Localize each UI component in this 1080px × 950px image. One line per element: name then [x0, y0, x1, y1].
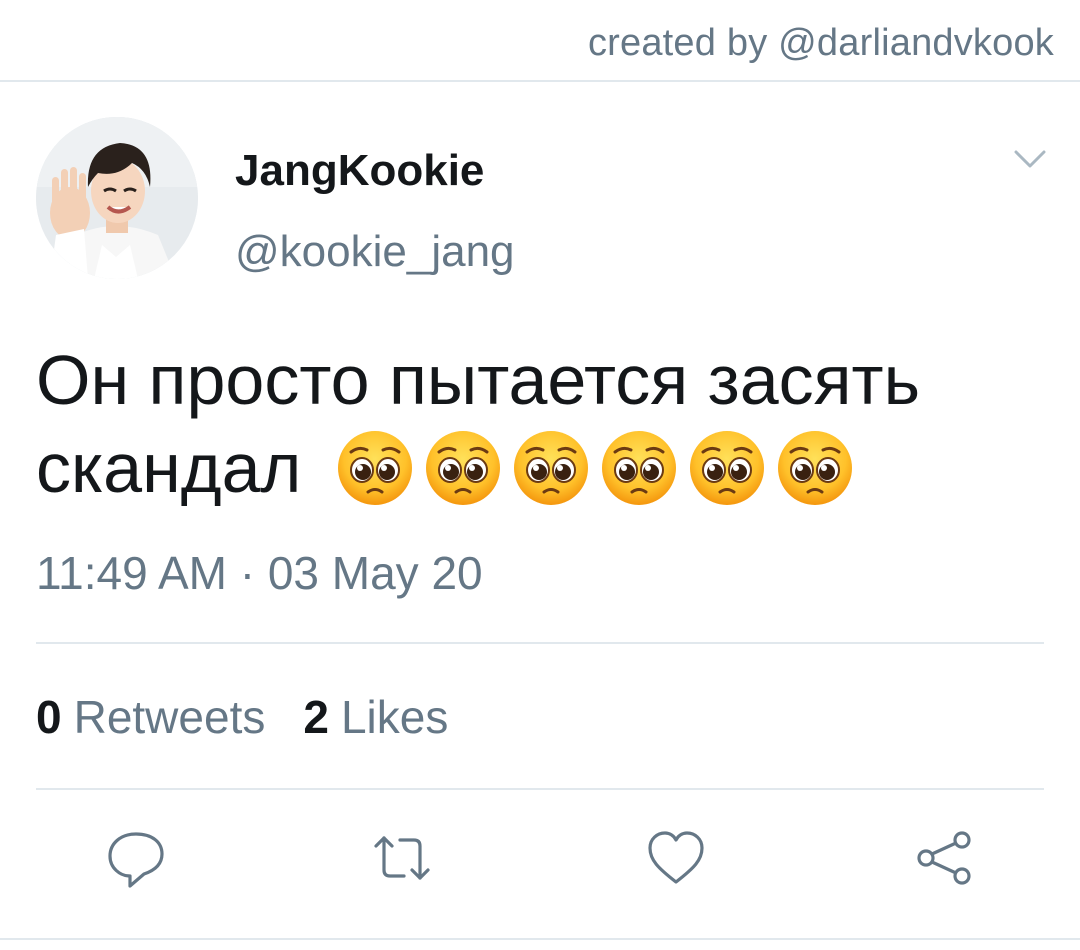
avatar[interactable] — [36, 117, 198, 279]
bottom-divider — [0, 938, 1080, 940]
pleading-face-icon — [777, 430, 852, 505]
creator-credit: created by @darliandvkook — [587, 22, 1054, 64]
emoji-row — [335, 428, 855, 508]
pleading-face-icon — [601, 430, 676, 505]
tweet-text-line2: скандал — [36, 429, 302, 507]
tweet-stats: 0 Retweets 2 Likes — [36, 690, 448, 744]
user-handle[interactable]: @kookie_jang — [235, 227, 515, 277]
tweet-text: Он просто пытается засять скандал — [36, 336, 1046, 514]
retweets-count: 0 — [36, 691, 62, 743]
pleading-face-icon — [425, 430, 500, 505]
stats-divider-bottom — [36, 788, 1044, 790]
tweet-timestamp[interactable]: 11:49 AM · 03 May 20 — [36, 546, 483, 600]
action-bar — [0, 826, 1080, 896]
header-divider — [0, 80, 1080, 82]
profile-photo-icon — [36, 117, 198, 279]
likes-label: Likes — [340, 691, 449, 743]
likes-count: 2 — [303, 691, 329, 743]
retweet-icon[interactable] — [370, 826, 434, 890]
pleading-face-icon — [513, 430, 588, 505]
share-icon[interactable] — [912, 826, 976, 890]
display-name[interactable]: JangKookie — [235, 146, 484, 196]
reply-icon[interactable] — [104, 826, 168, 890]
chevron-down-icon[interactable] — [1012, 146, 1048, 172]
pleading-face-icon — [689, 430, 764, 505]
like-icon[interactable] — [644, 826, 708, 890]
pleading-face-icon — [337, 430, 412, 505]
retweets-label: Retweets — [73, 691, 266, 743]
tweet-text-line1: Он просто пытается засять — [36, 341, 921, 419]
likes-stat[interactable]: 2 Likes — [303, 690, 448, 744]
stats-divider-top — [36, 642, 1044, 644]
retweets-stat[interactable]: 0 Retweets — [36, 690, 265, 744]
tweet-text-line2-wrap: скандал — [36, 424, 1046, 514]
